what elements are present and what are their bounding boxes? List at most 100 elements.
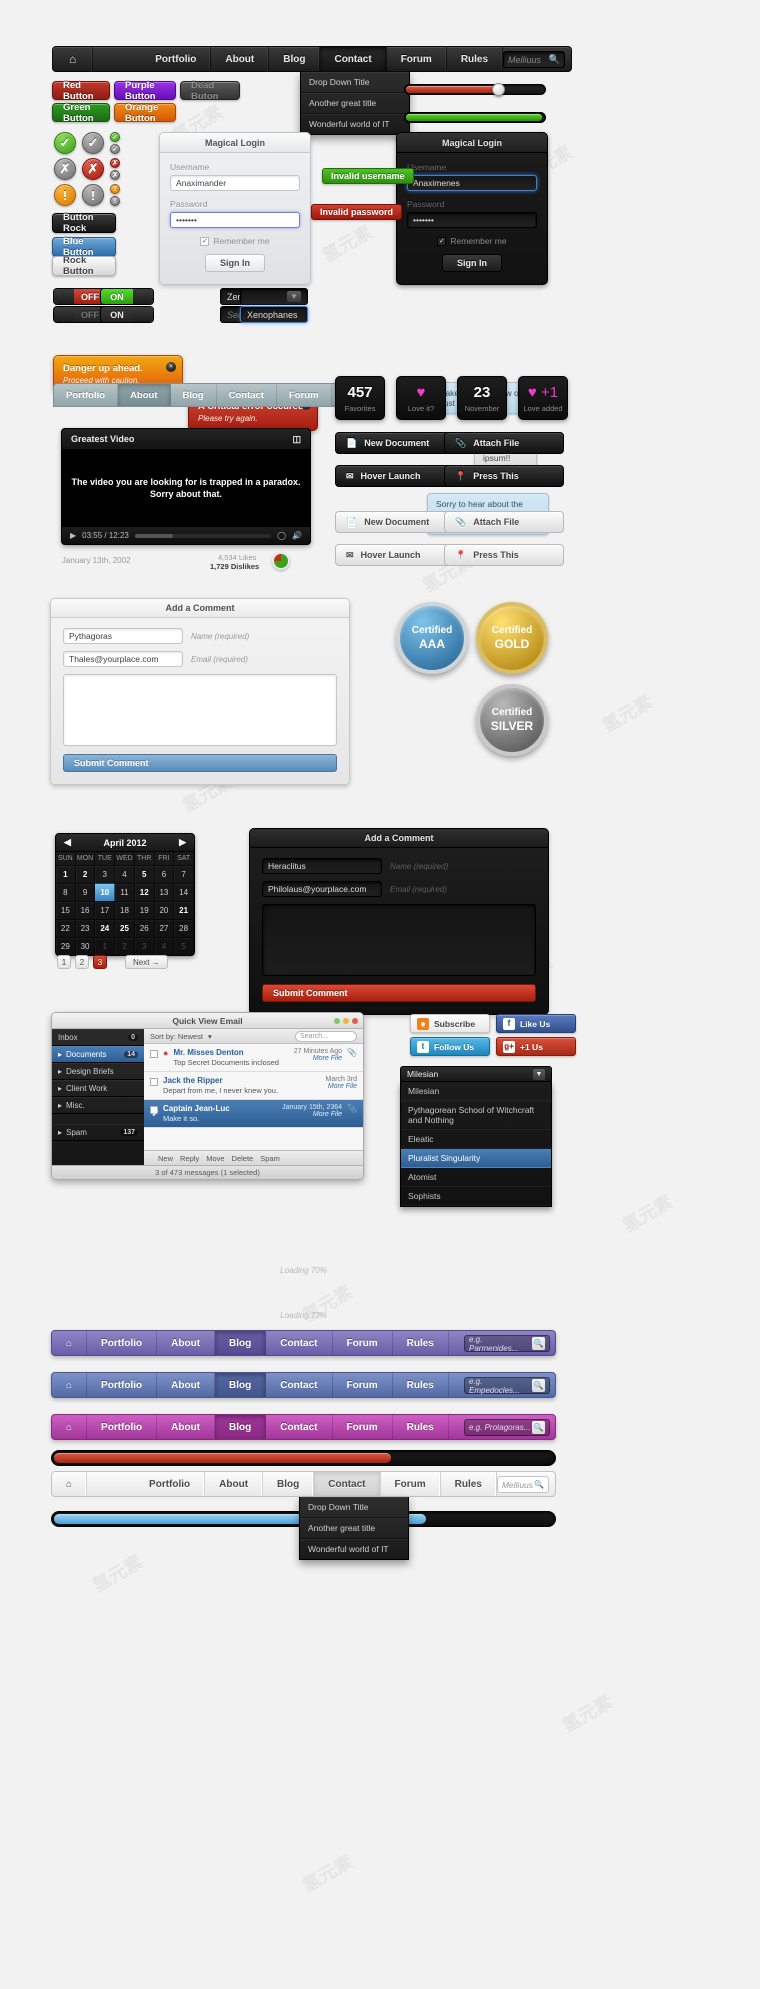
comment-textarea-dark[interactable]: [262, 904, 536, 976]
attach-file-button-light[interactable]: 📎 Attach File: [444, 511, 564, 533]
calendar-day-0[interactable]: 1: [56, 865, 76, 883]
nav-light-blog[interactable]: Blog: [263, 1472, 315, 1496]
blue-button[interactable]: Blue Button: [52, 236, 116, 258]
message-checkbox[interactable]: ✓: [150, 1106, 160, 1120]
press-this-button-light[interactable]: 📍 Press This: [444, 544, 564, 566]
cross-icon-small-red[interactable]: ✗: [110, 158, 120, 168]
message-action[interactable]: More File: [325, 1083, 357, 1090]
nav-pink-contact[interactable]: Contact: [266, 1415, 333, 1439]
message-checkbox[interactable]: [150, 1078, 158, 1086]
purple-button[interactable]: Purple Button: [114, 80, 176, 102]
calendar-day-27[interactable]: 28: [174, 919, 194, 937]
nav-pink-forum[interactable]: Forum: [333, 1415, 393, 1439]
calendar-day-9[interactable]: 10: [95, 883, 116, 901]
quick-view-email[interactable]: Quick View Email Inbox 0 ▸ Documents 14 …: [51, 1012, 364, 1180]
chevron-down-icon[interactable]: ▼: [287, 291, 301, 302]
volume-icon[interactable]: 🔊: [292, 531, 302, 540]
cross-icon-red[interactable]: ✗: [82, 158, 104, 180]
search-icon[interactable]: 🔍: [549, 54, 560, 65]
calendar-day-5[interactable]: 6: [154, 865, 175, 883]
nav-pink-rules[interactable]: Rules: [393, 1415, 449, 1439]
comment-name-field-dark[interactable]: Heraclitus: [262, 858, 382, 874]
password-field[interactable]: •••••••: [170, 212, 300, 228]
email-action-reply[interactable]: Reply: [180, 1154, 199, 1163]
attach-file-button-dark[interactable]: 📎 Attach File: [444, 432, 564, 454]
tab-contact[interactable]: Contact: [217, 384, 277, 406]
login-panel-dark[interactable]: Magical Login Username Anaximenes Passwo…: [396, 132, 548, 285]
signin-button[interactable]: Sign In: [205, 254, 265, 272]
select-option-eleatic[interactable]: Eleatic: [401, 1130, 551, 1149]
nav-item-about[interactable]: About: [211, 47, 270, 71]
play-icon[interactable]: ▶: [70, 531, 76, 540]
maximize-dot[interactable]: [343, 1017, 349, 1024]
focused-text-input[interactable]: Xenophanes: [240, 306, 308, 323]
email-sidebar[interactable]: Inbox 0 ▸ Documents 14 ▸ Design Briefs ▸…: [52, 1029, 144, 1165]
folder-inbox[interactable]: Inbox 0: [52, 1029, 144, 1046]
calendar-day-3[interactable]: 4: [115, 865, 135, 883]
nav-purple-about[interactable]: About: [157, 1331, 216, 1355]
alert-icon-grey[interactable]: !: [82, 184, 104, 206]
nav-purple-home-icon[interactable]: ⌂: [52, 1331, 88, 1355]
message-action[interactable]: More File: [294, 1055, 342, 1062]
video-screen[interactable]: The video you are looking for is trapped…: [62, 449, 310, 527]
nav-search-input[interactable]: Melliuus 🔍: [503, 51, 565, 68]
email-sortby[interactable]: Sort by: Newest: [150, 1032, 203, 1041]
button-rock[interactable]: Button Rock: [52, 212, 116, 234]
bottom-dropdown-item-0[interactable]: Drop Down Title: [300, 1497, 408, 1518]
select-option-atomist[interactable]: Atomist: [401, 1168, 551, 1187]
calendar-day-21[interactable]: 22: [56, 919, 76, 937]
calendar-day-24[interactable]: 25: [115, 919, 135, 937]
red-button[interactable]: Red Button: [52, 80, 110, 102]
top-navbar[interactable]: ⌂ Portfolio About Blog Contact Forum Rul…: [52, 46, 572, 72]
search-icon[interactable]: 🔍: [534, 1480, 544, 1489]
calendar-day-18[interactable]: 19: [134, 901, 155, 919]
page-next[interactable]: Next →: [125, 955, 168, 969]
hover-launch-button-light[interactable]: ✉ Hover Launch: [335, 544, 455, 566]
email-action-toolbar[interactable]: New Reply Move Delete Spam: [144, 1150, 363, 1165]
calendar-day-29[interactable]: 30: [75, 937, 96, 955]
comment-email-field-light[interactable]: Thales@yourplace.com: [63, 651, 183, 667]
nav-purple-search[interactable]: e.g. Parmenides... 🔍: [464, 1335, 550, 1353]
toggle-off-active[interactable]: OFF: [53, 288, 107, 305]
calendar-day-2[interactable]: 3: [95, 865, 116, 883]
nav-blue-contact[interactable]: Contact: [266, 1373, 333, 1397]
select-option-pythagorean[interactable]: Pythagorean School of Witchcraft and Not…: [401, 1101, 551, 1130]
nav-blue-search[interactable]: e.g. Empedocles... 🔍: [464, 1377, 550, 1395]
chevron-left-icon[interactable]: ◀: [64, 837, 71, 848]
toggle-knob[interactable]: [54, 289, 74, 304]
email-action-new[interactable]: New: [158, 1154, 173, 1163]
follow-us-button[interactable]: t Follow Us: [410, 1037, 490, 1056]
comment-email-field-dark[interactable]: Philolaus@yourplace.com: [262, 881, 382, 897]
nav-light-rules[interactable]: Rules: [441, 1472, 497, 1496]
pagination[interactable]: 1 2 3 Next →: [57, 955, 168, 969]
calendar-day-4[interactable]: 5: [134, 865, 155, 883]
remember-me-row-dark[interactable]: ✓ Remember me: [407, 236, 537, 246]
nav-purple-blog[interactable]: Blog: [215, 1331, 267, 1355]
nav-dropdown-menu[interactable]: Drop Down Title Another great title Wond…: [300, 72, 410, 135]
calendar-day-28[interactable]: 29: [56, 937, 76, 955]
calendar-day-12[interactable]: 13: [154, 883, 175, 901]
select-input-collapsed[interactable]: ▼: [240, 288, 308, 305]
counter-date[interactable]: 23 November: [457, 376, 507, 420]
navbar-purple[interactable]: ⌂ Portfolio About Blog Contact Forum Rul…: [51, 1330, 556, 1356]
nav-item-contact[interactable]: Contact: [320, 47, 387, 71]
submit-comment-button-dark[interactable]: Submit Comment: [262, 984, 536, 1002]
nav-item-portfolio[interactable]: Portfolio: [141, 47, 212, 71]
nav-blue-rules[interactable]: Rules: [393, 1373, 449, 1397]
email-message-row[interactable]: ● Mr. Misses Denton Top Secret Documents…: [144, 1044, 363, 1072]
calendar-day-26[interactable]: 27: [154, 919, 175, 937]
dropdown-item-1[interactable]: Another great title: [301, 93, 409, 114]
nav-light-about[interactable]: About: [205, 1472, 264, 1496]
folder-client-work[interactable]: ▸ Client Work: [52, 1080, 144, 1097]
dropdown-item-0[interactable]: Drop Down Title: [301, 72, 409, 93]
calendar[interactable]: ◀ April 2012 ▶ SUN MON TUE WED THR FRI S…: [55, 833, 195, 956]
nav-light-search[interactable]: Melliuus 🔍: [496, 1476, 549, 1493]
close-dot[interactable]: [352, 1017, 358, 1024]
chevron-down-icon[interactable]: ▾: [208, 1032, 212, 1041]
select-head[interactable]: Milesian ▼: [400, 1066, 552, 1082]
remember-me-row[interactable]: ✓ Remember me: [170, 236, 300, 246]
calendar-day-16[interactable]: 17: [95, 901, 116, 919]
toggle-on-active[interactable]: ON: [100, 288, 154, 305]
check-icon-grey[interactable]: ✓: [82, 132, 104, 154]
nav-light-contact[interactable]: Contact: [314, 1472, 381, 1496]
